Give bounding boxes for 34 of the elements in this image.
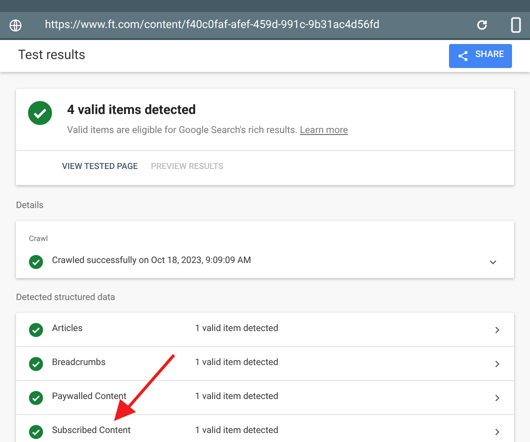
- check-circle-icon: [28, 101, 52, 125]
- chevron-right-icon: [493, 426, 501, 436]
- learn-more-link[interactable]: Learn more: [300, 124, 348, 136]
- reload-icon[interactable]: [476, 19, 488, 31]
- summary-description: Valid items are eligible for Google Search's rich results. Learn more: [67, 124, 348, 138]
- section-heading: Detected structured data: [16, 292, 116, 304]
- check-circle-icon: [29, 390, 43, 404]
- share-icon: [457, 50, 470, 62]
- summary-title: 4 valid items detected: [67, 102, 197, 120]
- item-name: Subscribed Content: [52, 424, 132, 438]
- check-circle-icon: [29, 322, 43, 336]
- item-result: 1 valid item detected: [195, 356, 280, 370]
- action-button[interactable]: VIEW TESTED PAGE: [62, 161, 138, 174]
- chevron-right-icon: [493, 392, 501, 402]
- item-name: Paywalled Content: [52, 390, 128, 404]
- check-circle-icon: [29, 424, 43, 438]
- item-result: 1 valid item detected: [195, 390, 280, 404]
- chevron-right-icon: [493, 358, 501, 368]
- share-button[interactable]: SHARE: [449, 44, 512, 68]
- check-circle-icon: [29, 254, 43, 268]
- item-name: Articles: [52, 322, 84, 336]
- item-result: 1 valid item detected: [195, 424, 280, 438]
- url-text: https://www.ft.com/content/f40c0faf-afef-459d-991c-9b31ac4d56fd: [45, 16, 380, 33]
- check-circle-icon: [29, 356, 43, 370]
- structured-data-row[interactable]: Breadcrumbs 1 valid item detected: [16, 347, 514, 381]
- globe-icon: [9, 18, 22, 32]
- page-title: Test results: [18, 47, 86, 66]
- chevron-right-icon: [493, 324, 501, 334]
- item-result: 1 valid item detected: [195, 322, 280, 336]
- item-name: Breadcrumbs: [52, 356, 107, 370]
- crawl-status: Crawled successfully on Oct 18, 2023, 9:09:09 AM: [52, 254, 252, 268]
- phone-icon[interactable]: [511, 17, 521, 33]
- section-heading: Details: [16, 200, 45, 213]
- structured-data-row[interactable]: Articles 1 valid item detected: [16, 313, 514, 347]
